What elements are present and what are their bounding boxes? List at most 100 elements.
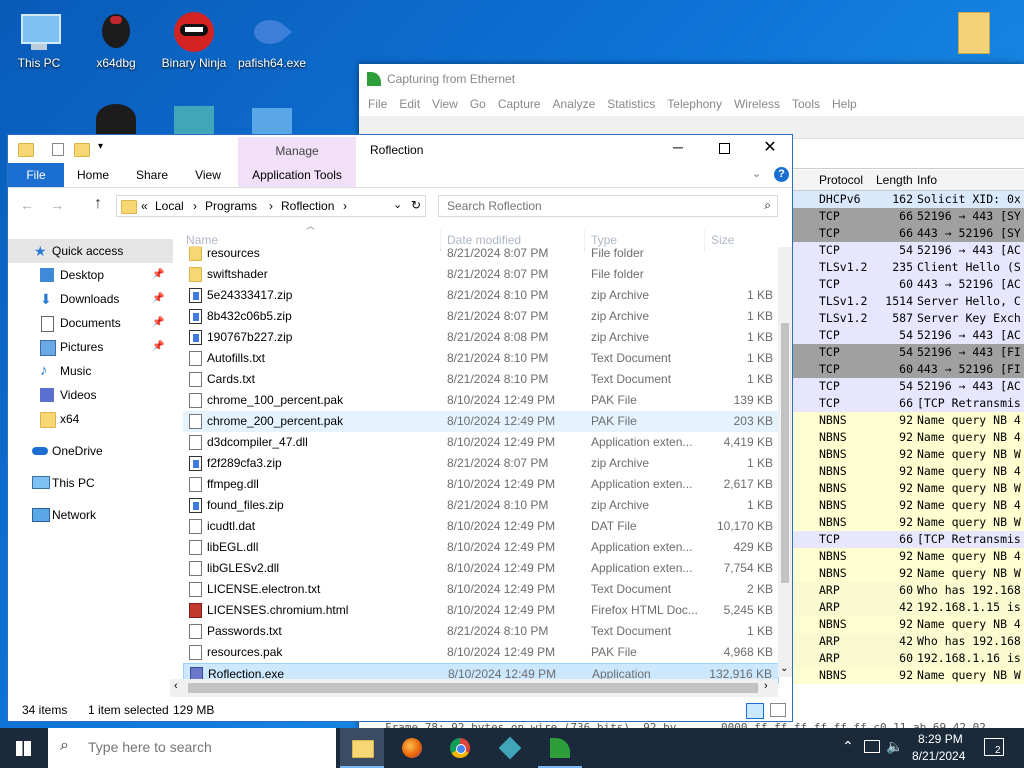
menu-tools[interactable]: Tools	[789, 94, 829, 116]
sidebar-item-this-pc[interactable]: This PC	[8, 471, 173, 495]
packet-row[interactable]: TCP 54 52196 → 443 [FI	[791, 344, 1024, 361]
packet-row[interactable]: NBNS 92 Name query NB W	[791, 514, 1024, 531]
packet-row[interactable]: TCP 66 [TCP Retransmis	[791, 531, 1024, 548]
file-row[interactable]: libGLESv2.dll 8/10/2024 12:49 PM Applicati…	[183, 558, 779, 579]
packet-row[interactable]: NBNS 92 Name query NB W	[791, 667, 1024, 684]
taskbar-search-box[interactable]: ⌕	[48, 728, 336, 768]
new-folder-icon[interactable]	[74, 143, 90, 157]
file-row[interactable]: 5e24333417.zip 8/21/2024 8:10 PM zip Archi…	[183, 285, 779, 306]
ribbon-expand-icon[interactable]: ⌄	[752, 167, 761, 180]
tab-view[interactable]: View	[186, 163, 230, 187]
breadcrumb-local[interactable]: Local	[155, 199, 184, 213]
file-row[interactable]: Cards.txt 8/21/2024 8:10 PM Text Document 1…	[183, 369, 779, 390]
desktop-icon-this-pc[interactable]: This PC	[1, 10, 77, 70]
desktop-icon-pafish[interactable]: pafish64.exe	[234, 10, 310, 70]
file-row[interactable]: found_files.zip 8/21/2024 8:10 PM zip Arch…	[183, 495, 779, 516]
chevron-left-icon[interactable]: ‹	[174, 680, 178, 692]
sidebar-item-music[interactable]: ♪ Music	[8, 359, 173, 383]
taskbar-file-explorer[interactable]	[340, 728, 384, 768]
packet-row[interactable]: ARP 60 192.168.1.16 is	[791, 650, 1024, 667]
search-input[interactable]	[445, 198, 749, 214]
taskbar-wireshark[interactable]	[538, 728, 582, 768]
tab-share[interactable]: Share	[128, 163, 176, 187]
explorer-window[interactable]: ▾ Manage Roflection ─ ✕ File Home Share …	[7, 134, 793, 722]
packet-row[interactable]: TCP 54 52196 → 443 [AC	[791, 378, 1024, 395]
file-row[interactable]: Passwords.txt 8/21/2024 8:10 PM Text Docum…	[183, 621, 779, 642]
refresh-icon[interactable]: ↻	[411, 198, 421, 212]
packet-row[interactable]: TCP 66 52196 → 443 [SY	[791, 208, 1024, 225]
file-row[interactable]: swiftshader 8/21/2024 8:07 PM File folder	[183, 264, 779, 285]
col-length[interactable]: Length	[876, 170, 913, 190]
chevron-up-icon[interactable]: ⌃	[842, 738, 854, 755]
packet-row[interactable]: NBNS 92 Name query NB W	[791, 480, 1024, 497]
menu-view[interactable]: View	[429, 94, 467, 116]
help-icon[interactable]: ?	[774, 167, 789, 182]
breadcrumb-programs[interactable]: Programs	[205, 199, 257, 213]
forward-button[interactable]: →	[50, 197, 64, 213]
vertical-scrollbar[interactable]: ⌄	[778, 247, 792, 677]
desktop-icon-binary-ninja[interactable]: Binary Ninja	[156, 10, 232, 70]
packet-row[interactable]: TLSv1.2 587 Server Key Exch	[791, 310, 1024, 327]
wireshark-title-bar[interactable]: Capturing from Ethernet	[359, 64, 1024, 94]
volume-icon[interactable]: 🔈	[886, 738, 903, 755]
sidebar-item-videos[interactable]: Videos	[8, 383, 173, 407]
file-row[interactable]: chrome_200_percent.pak 8/10/2024 12:49 PM…	[183, 411, 779, 432]
file-row[interactable]: chrome_100_percent.pak 8/10/2024 12:49 PM…	[183, 390, 779, 411]
taskbar-search-input[interactable]	[86, 738, 320, 756]
menu-file[interactable]: File	[365, 94, 396, 116]
file-row[interactable]: LICENSE.electron.txt 8/10/2024 12:49 PM Te…	[183, 579, 779, 600]
close-button[interactable]: ✕	[760, 137, 780, 157]
start-button[interactable]	[0, 728, 48, 768]
menu-go[interactable]: Go	[467, 94, 495, 116]
chevron-down-icon[interactable]: ▾	[98, 141, 103, 152]
scroll-thumb[interactable]	[781, 323, 789, 583]
file-row[interactable]: 190767b227.zip 8/21/2024 8:08 PM zip Archi…	[183, 327, 779, 348]
file-row[interactable]: 8b432c06b5.zip 8/21/2024 8:07 PM zip Archi…	[183, 306, 779, 327]
large-icons-view-button[interactable]	[770, 703, 786, 717]
pin-icon[interactable]: 📌	[152, 263, 164, 287]
search-box[interactable]: ⌕	[438, 195, 778, 217]
taskbar-cube-app[interactable]	[488, 728, 532, 768]
file-row[interactable]: d3dcompiler_47.dll 8/10/2024 12:49 PM Appl…	[183, 432, 779, 453]
horizontal-scrollbar[interactable]: ‹ ›	[170, 679, 778, 697]
sidebar-item-x64[interactable]: x64	[8, 407, 173, 431]
menu-telephony[interactable]: Telephony	[664, 94, 731, 116]
notification-center-button[interactable]: 2	[984, 738, 1004, 756]
chevron-down-icon[interactable]: ⌄	[780, 663, 788, 674]
packet-row[interactable]: NBNS 92 Name query NB 4	[791, 463, 1024, 480]
menu-edit[interactable]: Edit	[396, 94, 429, 116]
sidebar-item-network[interactable]: Network	[8, 503, 173, 527]
menu-help[interactable]: Help	[829, 94, 866, 116]
chevron-down-icon[interactable]: ⌄	[393, 198, 402, 211]
breadcrumb-roflection[interactable]: Roflection	[281, 199, 334, 213]
pin-icon[interactable]: 📌	[152, 311, 164, 335]
folder-icon[interactable]	[958, 12, 990, 54]
packet-row[interactable]: ARP 60 Who has 192.168	[791, 582, 1024, 599]
taskbar-chrome[interactable]	[438, 728, 482, 768]
taskbar-firefox[interactable]	[390, 728, 434, 768]
desktop-icon-x64dbg[interactable]: x64dbg	[78, 10, 154, 70]
packet-row[interactable]: ARP 42 Who has 192.168	[791, 633, 1024, 650]
file-row[interactable]: Autofills.txt 8/21/2024 8:10 PM Text Docum…	[183, 348, 779, 369]
details-view-button[interactable]	[746, 703, 764, 719]
sidebar-item-onedrive[interactable]: OneDrive	[8, 439, 173, 463]
file-row[interactable]: icudtl.dat 8/10/2024 12:49 PM DAT File 10,1…	[183, 516, 779, 537]
menu-capture[interactable]: Capture	[495, 94, 550, 116]
file-row[interactable]: resources.pak 8/10/2024 12:49 PM PAK File 4…	[183, 642, 779, 663]
clock-date[interactable]: 8/21/2024	[912, 749, 965, 763]
chevron-right-icon[interactable]: ›	[764, 680, 768, 692]
packet-row[interactable]: TCP 54 52196 → 443 [AC	[791, 242, 1024, 259]
sidebar-item-desktop[interactable]: Desktop 📌	[8, 263, 173, 287]
maximize-button[interactable]	[714, 139, 734, 159]
breadcrumb-overflow[interactable]: «	[141, 199, 148, 213]
sidebar-item-downloads[interactable]: ⬇ Downloads 📌	[8, 287, 173, 311]
sidebar-item-quick-access[interactable]: ★ Quick access	[8, 239, 173, 263]
tab-application-tools[interactable]: Application Tools	[238, 163, 356, 187]
packet-row[interactable]: DHCPv6 162 Solicit XID: 0x	[791, 191, 1024, 208]
col-info[interactable]: Info	[917, 170, 937, 190]
search-icon[interactable]: ⌕	[764, 198, 771, 213]
packet-row[interactable]: NBNS 92 Name query NB 4	[791, 412, 1024, 429]
packet-row[interactable]: TLSv1.2 235 Client Hello (S	[791, 259, 1024, 276]
clock-time[interactable]: 8:29 PM	[918, 732, 963, 746]
properties-icon[interactable]	[52, 143, 64, 156]
